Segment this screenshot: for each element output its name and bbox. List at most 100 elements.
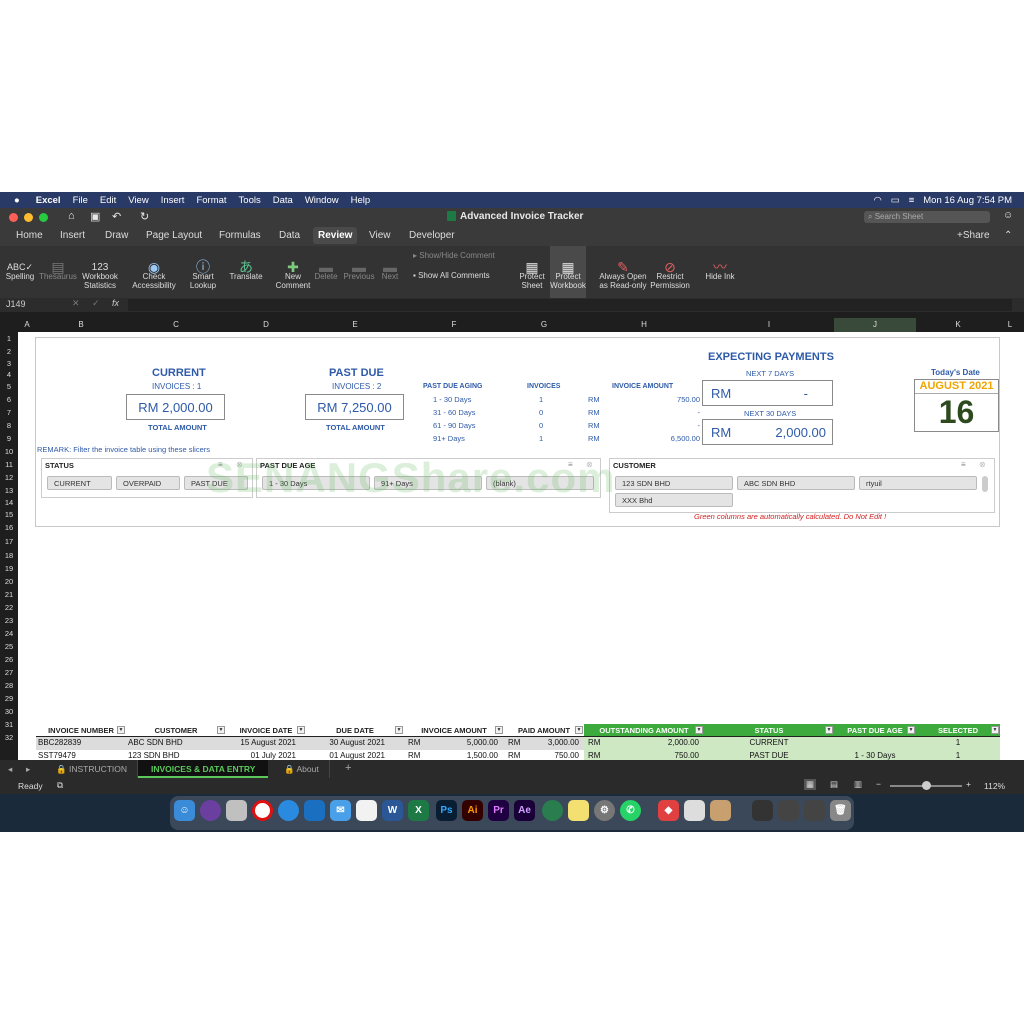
row-header[interactable]: 26	[0, 655, 18, 664]
menu-edit[interactable]: Edit	[100, 195, 116, 206]
archive-icon[interactable]	[710, 800, 731, 821]
row-header[interactable]: 23	[0, 616, 18, 625]
row-header[interactable]: 2	[0, 347, 18, 356]
control-center-icon[interactable]: ≡	[909, 195, 915, 206]
feedback-icon[interactable]: ☺	[1003, 210, 1013, 221]
tab-developer[interactable]: Developer	[409, 230, 455, 241]
page-break-view-icon[interactable]: ▥	[854, 779, 862, 790]
table-row[interactable]	[36, 737, 584, 750]
cancel-icon[interactable]: ✕	[72, 298, 80, 309]
column-header[interactable]: D	[226, 320, 306, 329]
row-header[interactable]: 12	[0, 473, 18, 482]
row-header[interactable]: 5	[0, 382, 18, 391]
screenshots-stack-icon[interactable]	[778, 800, 799, 821]
undo-icon[interactable]: ↶	[112, 210, 121, 223]
slicer-item[interactable]: ABC SDN BHD	[737, 476, 855, 490]
close-icon[interactable]	[9, 213, 18, 222]
normal-view-icon[interactable]: ▦	[804, 779, 817, 790]
column-header[interactable]: E	[306, 320, 404, 329]
row-header[interactable]: 1	[0, 334, 18, 343]
tab-home[interactable]: Home	[16, 230, 43, 241]
currency-cell[interactable]: RM	[508, 738, 520, 747]
column-header[interactable]: K	[916, 320, 1000, 329]
row-header[interactable]: 11	[0, 460, 18, 469]
status-cell[interactable]: CURRENT	[704, 738, 834, 747]
status-cell[interactable]: PAST DUE	[704, 751, 834, 760]
row-header[interactable]: 15	[0, 510, 18, 519]
macro-record-icon[interactable]: ⧉	[57, 780, 63, 791]
row-header[interactable]: 16	[0, 523, 18, 532]
currency-cell[interactable]: RM	[588, 751, 600, 760]
mail-icon[interactable]: ✉	[330, 800, 351, 821]
menu-file[interactable]: File	[73, 195, 88, 206]
filter-dropdown-icon[interactable]: ▼	[297, 726, 305, 734]
downloads-stack-icon[interactable]	[752, 800, 773, 821]
row-header[interactable]: 24	[0, 629, 18, 638]
premiere-icon[interactable]: Pr	[488, 800, 509, 821]
selected-cell[interactable]: 1	[916, 751, 1000, 760]
row-header[interactable]: 6	[0, 395, 18, 404]
sheet-tab-instruction[interactable]: 🔒 INSTRUCTION	[46, 760, 139, 778]
header-selected[interactable]: SELECTED ▼	[916, 724, 1000, 736]
tab-data[interactable]: Data	[279, 230, 300, 241]
zoom-in-icon[interactable]: +	[966, 779, 971, 789]
smart-lookup-button[interactable]: ⓘ Smart Lookup	[186, 246, 220, 298]
header-due-date[interactable]: DUE DATE ▼	[306, 724, 404, 736]
past-due-age-cell[interactable]: 1 - 30 Days	[834, 751, 916, 760]
due-date-cell[interactable]: 01 August 2021	[329, 751, 385, 760]
table-row[interactable]	[36, 750, 584, 760]
row-header[interactable]: 10	[0, 447, 18, 456]
row-header[interactable]: 32	[0, 733, 18, 742]
android-studio-icon[interactable]	[542, 800, 563, 821]
row-header[interactable]: 25	[0, 642, 18, 651]
invoice-number-cell[interactable]: SST79479	[38, 751, 76, 760]
customer-cell[interactable]: ABC SDN BHD	[128, 738, 183, 747]
slicer-item[interactable]: 123 SDN BHD	[615, 476, 733, 490]
show-all-comments-button[interactable]: ▪ Show All Comments	[413, 271, 490, 280]
show-hide-comment-button[interactable]: ▸ Show/Hide Comment	[413, 251, 495, 260]
slicer-scrollbar[interactable]	[982, 476, 988, 492]
spelling-button[interactable]: ABC✓ Spelling	[4, 246, 36, 298]
row-header[interactable]: 28	[0, 681, 18, 690]
menu-view[interactable]: View	[128, 195, 148, 206]
column-header[interactable]: B	[36, 320, 126, 329]
workbook-statistics-button[interactable]: 123 Workbook Statistics	[80, 246, 120, 298]
function-icon[interactable]: fx	[112, 298, 119, 308]
zoom-level[interactable]: 112%	[984, 781, 1005, 791]
column-header[interactable]: I	[704, 320, 834, 329]
filter-dropdown-icon[interactable]: ▼	[991, 726, 999, 734]
formula-input[interactable]	[128, 299, 1012, 311]
illustrator-icon[interactable]: Ai	[462, 800, 483, 821]
column-header-selected[interactable]: J	[834, 318, 916, 332]
search-sheet-input[interactable]: ⌕ Search Sheet	[864, 211, 990, 223]
column-header[interactable]: C	[126, 320, 226, 329]
header-paid-amount[interactable]: PAID AMOUNT ▼	[504, 724, 584, 736]
vscode-icon[interactable]	[304, 800, 325, 821]
row-header[interactable]: 18	[0, 551, 18, 560]
sheet-tab-invoices[interactable]: INVOICES & DATA ENTRY	[138, 760, 269, 778]
previous-comment-button[interactable]: ▬ Previous	[342, 246, 376, 298]
column-header[interactable]: A	[18, 320, 36, 329]
currency-cell[interactable]: RM	[408, 751, 420, 760]
name-box[interactable]: J149	[6, 299, 26, 309]
trash-icon[interactable]: 🗑	[830, 800, 851, 821]
header-customer[interactable]: CUSTOMER ▼	[126, 724, 226, 736]
enter-icon[interactable]: ✓	[92, 298, 100, 309]
app-menu[interactable]: Excel	[36, 195, 61, 206]
wifi-icon[interactable]: ◠	[873, 195, 881, 206]
filter-dropdown-icon[interactable]: ▼	[395, 726, 403, 734]
worksheet-grid[interactable]: CURRENT INVOICES : 1 RM 2,000.00 TOTAL A…	[18, 332, 1024, 760]
zoom-slider-thumb[interactable]	[922, 781, 931, 790]
redo-icon[interactable]: ↻	[140, 210, 149, 223]
currency-cell[interactable]: RM	[588, 738, 600, 747]
invoice-date-cell[interactable]: 15 August 2021	[240, 738, 296, 747]
column-header[interactable]: H	[584, 320, 704, 329]
invoice-amount-cell[interactable]: 5,000.00	[467, 738, 498, 747]
column-header[interactable]: F	[404, 320, 504, 329]
tab-formulas[interactable]: Formulas	[219, 230, 261, 241]
translate-button[interactable]: あ Translate	[227, 246, 265, 298]
multi-select-icon[interactable]: ≡	[961, 460, 966, 469]
menu-help[interactable]: Help	[351, 195, 371, 206]
tab-draw[interactable]: Draw	[105, 230, 128, 241]
tab-page-layout[interactable]: Page Layout	[146, 230, 202, 241]
